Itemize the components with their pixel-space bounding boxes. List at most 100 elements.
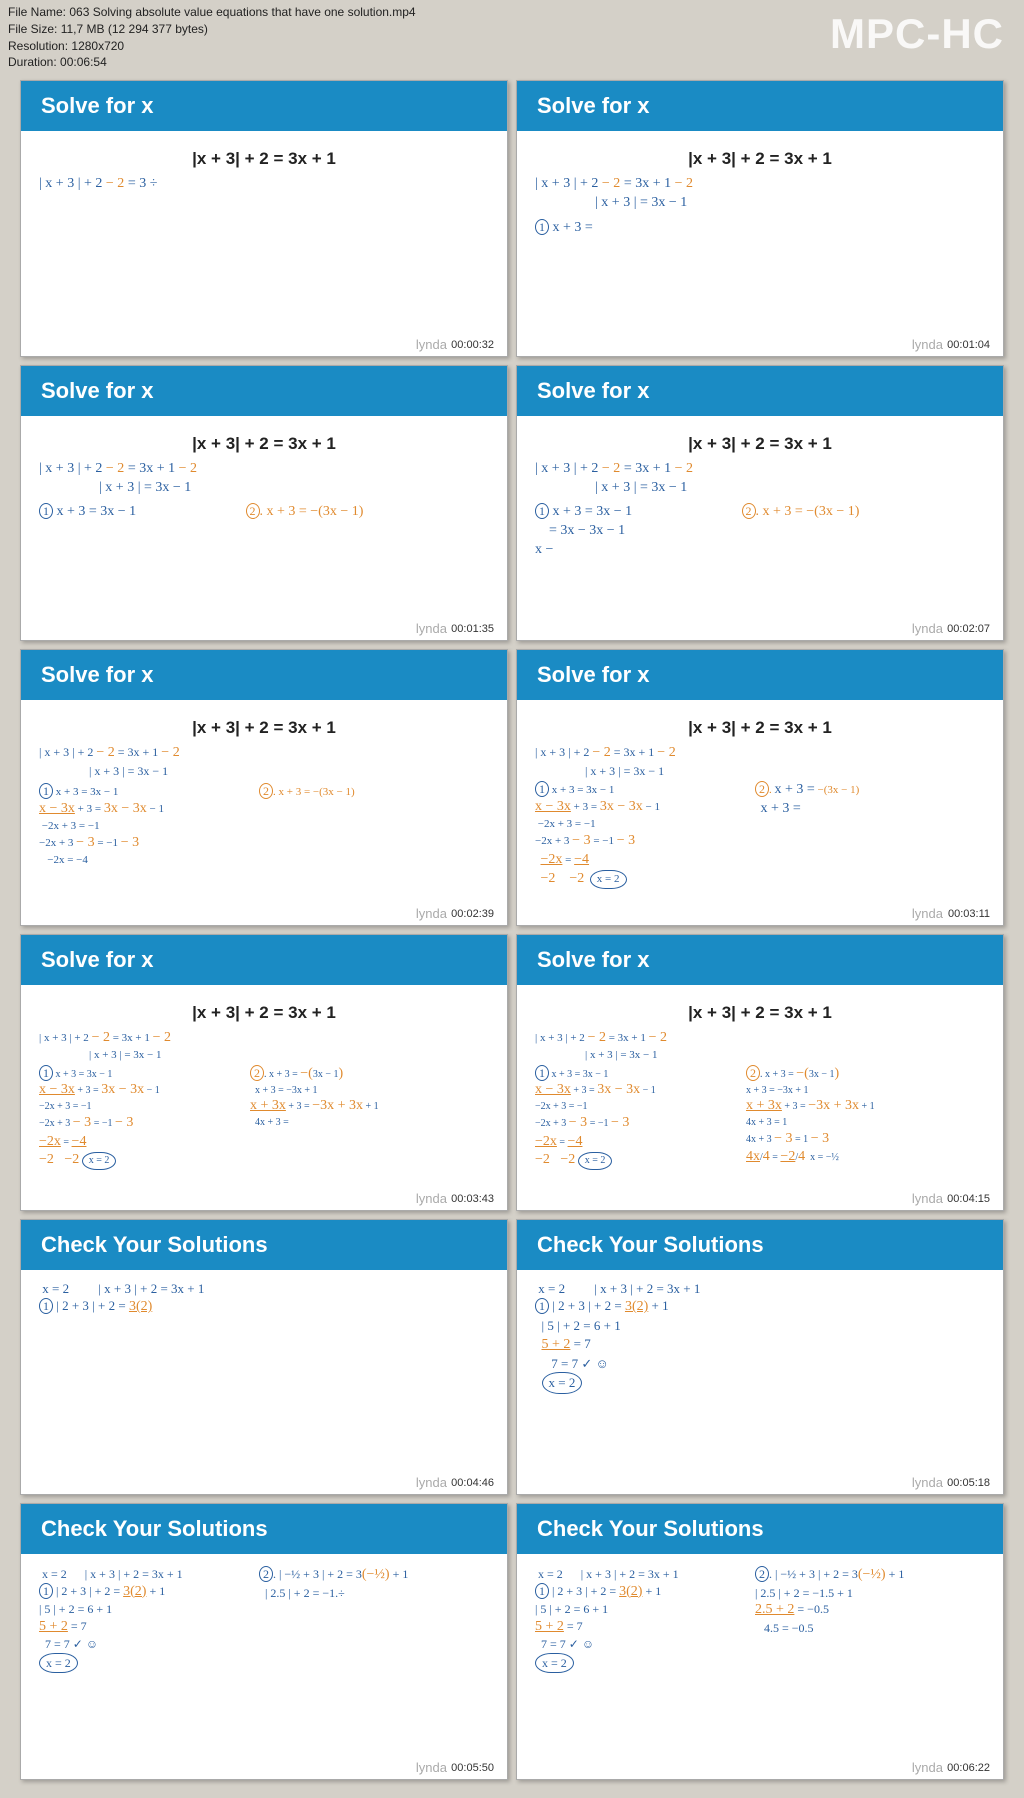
- timestamp: 00:03:11: [945, 907, 993, 921]
- work-step: | x + 3 | = 3x − 1: [595, 479, 985, 498]
- answer-box: x = 2: [590, 870, 627, 889]
- thumbnail-7[interactable]: Solve for x |x + 3| + 2 = 3x + 1 | x + 3…: [20, 934, 508, 1211]
- case-2: 2. x + 3 = −(3x − 1) x + 3 =: [755, 781, 859, 819]
- watermark: lynda: [912, 337, 943, 352]
- case-2-icon: 2: [259, 783, 273, 799]
- main-equation: |x + 3| + 2 = 3x + 1: [535, 718, 985, 738]
- thumbnail-title: Solve for x: [517, 81, 1003, 131]
- watermark: lynda: [912, 1191, 943, 1206]
- thumbnail-12[interactable]: Check Your Solutions x = 2 | x + 3 | + 2…: [516, 1503, 1004, 1780]
- watermark: lynda: [912, 906, 943, 921]
- thumbnail-1[interactable]: Solve for x |x + 3| + 2 = 3x + 1 | x + 3…: [20, 80, 508, 357]
- main-equation: |x + 3| + 2 = 3x + 1: [535, 149, 985, 169]
- timestamp: 00:00:32: [448, 338, 497, 352]
- timestamp: 00:01:35: [448, 622, 497, 636]
- check-icon: ✓: [73, 1637, 83, 1651]
- answer-box: x = 2: [535, 1653, 574, 1673]
- watermark: lynda: [912, 1760, 943, 1775]
- check-work: x = 2 | x + 3 | + 2 = 3x + 1 1 | 2 + 3 |…: [39, 1280, 489, 1317]
- check-2-icon: 2: [259, 1566, 273, 1582]
- work-step: | x + 3 | + 2 − 2 = 3x + 1 − 2: [39, 744, 489, 763]
- app-logo: MPC-HC: [830, 10, 1004, 58]
- thumbnail-4[interactable]: Solve for x |x + 3| + 2 = 3x + 1 | x + 3…: [516, 365, 1004, 642]
- case-2: 2. x + 3 = −(3x − 1): [246, 503, 364, 522]
- resolution-label: Resolution:: [8, 39, 68, 53]
- main-equation: |x + 3| + 2 = 3x + 1: [535, 434, 985, 454]
- timestamp: 00:01:04: [944, 338, 993, 352]
- answer-box: x = 2: [542, 1372, 583, 1394]
- work-step: | x + 3 | = 3x − 1: [585, 763, 985, 779]
- watermark: lynda: [416, 1475, 447, 1490]
- case-1: 1 x + 3 = 3x − 1: [39, 503, 242, 522]
- work-step: | x + 3 | = 3x − 1: [585, 1048, 985, 1063]
- watermark: lynda: [912, 1475, 943, 1490]
- case-2: 2. x + 3 = −(3x − 1)x + 3 = −3x + 1x + 3…: [746, 1065, 875, 1168]
- work-step: | x + 3 | + 2 − 2 = 3 ÷: [39, 175, 489, 194]
- case-1: 1 x + 3 = 3x − 1x − 3x + 3 = 3x − 3x − 1…: [39, 783, 255, 867]
- case-2-icon: 2: [246, 503, 260, 519]
- case-2-icon: 2: [742, 503, 756, 519]
- file-name-value: 063 Solving absolute value equations tha…: [69, 5, 415, 19]
- answer-box: x = 2: [578, 1152, 613, 1170]
- case-2-icon: 2: [250, 1065, 264, 1081]
- check-1-icon: 1: [535, 1583, 549, 1599]
- timestamp: 00:02:07: [944, 622, 993, 636]
- work-step: | x + 3 | = 3x − 1: [99, 479, 489, 498]
- file-info-panel: File Name: 063 Solving absolute value eq…: [8, 4, 416, 71]
- timestamp: 00:04:46: [448, 1476, 497, 1490]
- file-size-label: File Size:: [8, 22, 57, 36]
- timestamp: 00:06:22: [944, 1761, 993, 1775]
- thumbnail-3[interactable]: Solve for x |x + 3| + 2 = 3x + 1 | x + 3…: [20, 365, 508, 642]
- thumbnail-5[interactable]: Solve for x |x + 3| + 2 = 3x + 1 | x + 3…: [20, 649, 508, 926]
- case-1-icon: 1: [39, 1065, 53, 1081]
- timestamp: 00:04:15: [944, 1192, 993, 1206]
- work-step: | x + 3 | + 2 − 2 = 3x + 1 − 2: [39, 460, 489, 479]
- thumbnail-6[interactable]: Solve for x |x + 3| + 2 = 3x + 1 | x + 3…: [516, 649, 1004, 926]
- check-1: x = 2 | x + 3 | + 2 = 3x + 1 1 | 2 + 3 |…: [39, 1566, 255, 1673]
- timestamp: 00:03:43: [448, 1192, 497, 1206]
- watermark: lynda: [416, 1191, 447, 1206]
- thumbnail-title: Solve for x: [21, 366, 507, 416]
- case-1-icon: 1: [39, 783, 53, 799]
- work-step: | x + 3 | + 2 − 2 = 3x + 1 − 2: [535, 1029, 985, 1048]
- thumbnail-title: Check Your Solutions: [21, 1504, 507, 1554]
- check-1: x = 2 | x + 3 | + 2 = 3x + 1 1 | 2 + 3 |…: [535, 1566, 751, 1673]
- thumbnail-title: Check Your Solutions: [517, 1220, 1003, 1270]
- work-step: | x + 3 | + 2 − 2 = 3x + 1 − 2: [535, 175, 985, 194]
- case-2: 2. x + 3 = −(3x − 1) x + 3 = −3x + 1x + …: [250, 1065, 379, 1130]
- resolution-value: 1280x720: [71, 39, 124, 53]
- main-equation: |x + 3| + 2 = 3x + 1: [39, 149, 489, 169]
- case-1-icon: 1: [535, 219, 549, 235]
- work-step: 1 x + 3 =: [535, 219, 985, 238]
- thumbnail-title: Solve for x: [517, 935, 1003, 985]
- case-1: 1 x + 3 = 3x − 1x − 3x + 3 = 3x − 3x − 1…: [535, 1065, 742, 1171]
- answer-box: x = 2: [39, 1653, 78, 1673]
- case-1-icon: 1: [535, 781, 549, 797]
- thumbnail-2[interactable]: Solve for x |x + 3| + 2 = 3x + 1 | x + 3…: [516, 80, 1004, 357]
- thumbnail-9[interactable]: Check Your Solutions x = 2 | x + 3 | + 2…: [20, 1219, 508, 1496]
- check-1-icon: 1: [39, 1583, 53, 1599]
- thumbnail-8[interactable]: Solve for x |x + 3| + 2 = 3x + 1 | x + 3…: [516, 934, 1004, 1211]
- file-size-value: 11,7 MB (12 294 377 bytes): [61, 22, 208, 36]
- case-1: 1 x + 3 = 3x − 1 = 3x − 3x − 1x −: [535, 503, 738, 560]
- watermark: lynda: [416, 337, 447, 352]
- thumbnail-title: Solve for x: [21, 650, 507, 700]
- check-2: 2. | −½ + 3 | + 2 = 3(−½) + 1 | 2.5 | + …: [755, 1566, 904, 1636]
- case-2-icon: 2: [746, 1065, 760, 1081]
- check-1-icon: 1: [535, 1298, 549, 1314]
- timestamp: 00:05:50: [448, 1761, 497, 1775]
- case-1-icon: 1: [39, 503, 53, 519]
- case-1: 1 x + 3 = 3x − 1x − 3x + 3 = 3x − 3x − 1…: [39, 1065, 246, 1171]
- main-equation: |x + 3| + 2 = 3x + 1: [535, 1003, 985, 1023]
- work-step: | x + 3 | = 3x − 1: [89, 763, 489, 779]
- case-1-icon: 1: [535, 1065, 549, 1081]
- thumbnail-grid: Solve for x |x + 3| + 2 = 3x + 1 | x + 3…: [20, 80, 1004, 1780]
- thumbnail-11[interactable]: Check Your Solutions x = 2 | x + 3 | + 2…: [20, 1503, 508, 1780]
- work-step: | x + 3 | + 2 − 2 = 3x + 1 − 2: [535, 460, 985, 479]
- case-2-icon: 2: [755, 781, 769, 797]
- timestamp: 00:02:39: [448, 907, 497, 921]
- check-2-icon: 2: [755, 1566, 769, 1582]
- thumbnail-title: Solve for x: [517, 650, 1003, 700]
- thumbnail-10[interactable]: Check Your Solutions x = 2 | x + 3 | + 2…: [516, 1219, 1004, 1496]
- work-step: | x + 3 | + 2 − 2 = 3x + 1 − 2: [535, 744, 985, 763]
